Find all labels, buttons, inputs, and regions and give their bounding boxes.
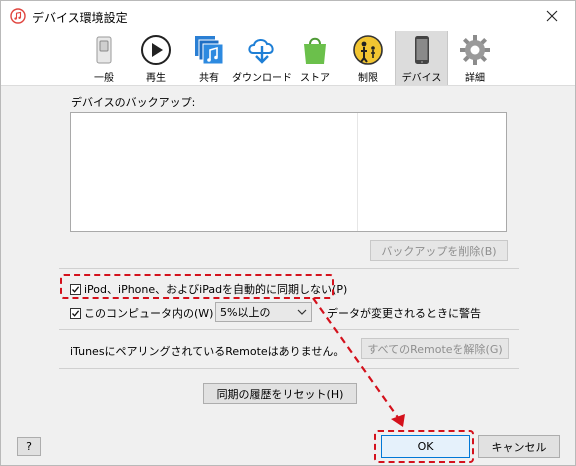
preferences-window: デバイス環境設定 一般 再生 共有 ダウンロード ストア 制限 デバイス 詳細 … (0, 0, 576, 466)
annotation-arrow (312, 297, 405, 427)
